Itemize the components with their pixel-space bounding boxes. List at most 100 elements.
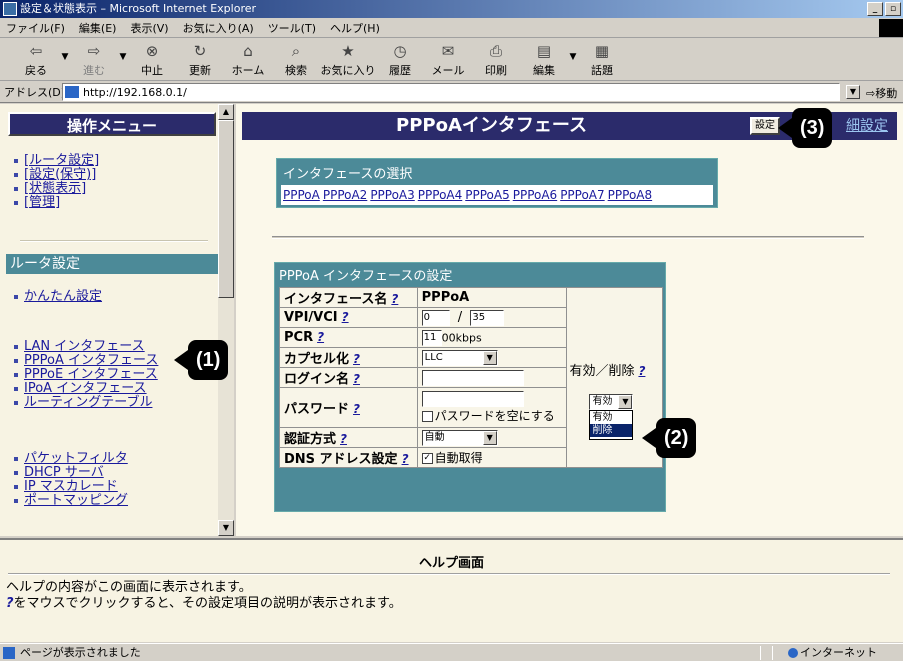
print-button[interactable]: ⎙ 印刷 bbox=[472, 40, 520, 80]
minimize-button[interactable]: _ bbox=[867, 2, 883, 16]
chevron-down-icon[interactable]: ▼ bbox=[482, 430, 497, 445]
help-frame: ヘルプ画面 ヘルプの内容がこの画面に表示されます。 ?をマウスでクリックすると、… bbox=[0, 538, 903, 642]
menu-favorites[interactable]: お気に入り(A) bbox=[183, 20, 254, 36]
link-packet-filter[interactable]: パケットフィルタ bbox=[24, 451, 128, 466]
scroll-thumb[interactable] bbox=[218, 120, 234, 298]
security-zone: インターネット bbox=[800, 646, 877, 659]
password-label: パスワード? bbox=[279, 387, 418, 428]
link-router-settings[interactable]: [ルータ設定] bbox=[24, 153, 99, 168]
internet-zone-icon bbox=[788, 648, 798, 658]
scroll-up-icon[interactable]: ▲ bbox=[218, 104, 234, 120]
detail-settings-link[interactable]: 細設定 bbox=[846, 112, 888, 140]
left-scrollbar[interactable]: ▲ ▼ bbox=[218, 104, 234, 536]
chevron-down-icon[interactable]: ▼ bbox=[618, 395, 633, 409]
auth-method-select[interactable]: 自動 ▼ bbox=[421, 429, 498, 446]
link-pppoa3[interactable]: PPPoA3 bbox=[370, 188, 414, 202]
link-lan-interface[interactable]: LAN インタフェース bbox=[24, 339, 145, 354]
dns-auto-checkbox[interactable]: ✓ bbox=[421, 453, 433, 464]
help-question-icon[interactable]: ? bbox=[638, 364, 645, 378]
address-bar: アドレス(D) http://192.168.0.1/ ▼ ⇨移動 bbox=[0, 81, 903, 103]
option-enable[interactable]: 有効 bbox=[590, 411, 632, 424]
search-button[interactable]: ⌕ 検索 bbox=[272, 40, 320, 80]
search-icon: ⌕ bbox=[291, 42, 301, 60]
help-question-icon[interactable]: ? bbox=[342, 310, 349, 324]
link-pppoa2[interactable]: PPPoA2 bbox=[323, 188, 367, 202]
link-ipoa-interface[interactable]: IPoA インタフェース bbox=[24, 381, 147, 396]
link-easy-setup[interactable]: かんたん設定 bbox=[24, 289, 102, 304]
home-button[interactable]: ⌂ ホーム bbox=[224, 40, 272, 80]
link-dhcp-server[interactable]: DHCP サーバ bbox=[24, 465, 104, 480]
encapsulation-select[interactable]: LLC ▼ bbox=[421, 349, 498, 366]
printer-icon: ⎙ bbox=[489, 42, 502, 60]
windows-logo-icon bbox=[879, 19, 903, 37]
link-admin[interactable]: [管理] bbox=[24, 195, 60, 210]
vpi-input[interactable]: 0 bbox=[421, 309, 450, 326]
refresh-button[interactable]: ↻ 更新 bbox=[176, 40, 224, 80]
page-icon bbox=[65, 86, 79, 98]
link-pppoe-interface[interactable]: PPPoE インタフェース bbox=[24, 367, 158, 382]
discuss-button[interactable]: ▦ 話題 bbox=[578, 40, 626, 80]
link-routing-table[interactable]: ルーティングテーブル bbox=[24, 395, 152, 410]
discuss-icon: ▦ bbox=[594, 42, 610, 60]
horizontal-rule bbox=[272, 236, 864, 239]
favorites-icon: ★ bbox=[341, 42, 355, 60]
list-item: [ルータ設定] bbox=[14, 154, 99, 168]
help-question-icon[interactable]: ? bbox=[340, 432, 347, 446]
enable-delete-select[interactable]: 有効 ▼ bbox=[589, 394, 634, 410]
go-button[interactable]: ⇨移動 bbox=[866, 85, 897, 101]
help-question-icon[interactable]: ? bbox=[391, 292, 398, 306]
help-question-icon[interactable]: ? bbox=[317, 330, 324, 344]
settings-button[interactable]: 設定 bbox=[750, 117, 780, 135]
forward-button[interactable]: ⇨ 進む bbox=[70, 40, 118, 80]
link-pppoa[interactable]: PPPoA bbox=[283, 188, 320, 202]
help-question-icon[interactable]: ? bbox=[353, 402, 360, 416]
password-input[interactable] bbox=[421, 391, 524, 407]
link-pppoa4[interactable]: PPPoA4 bbox=[418, 188, 462, 202]
mail-icon: ✉ bbox=[441, 42, 455, 60]
login-name-input[interactable] bbox=[421, 369, 524, 386]
pcr-input[interactable]: 11 bbox=[421, 329, 442, 346]
status-bar: ページが表示されました インターネット bbox=[0, 643, 903, 661]
menu-view[interactable]: 表示(V) bbox=[130, 20, 168, 36]
vci-input[interactable]: 35 bbox=[470, 309, 505, 326]
link-pppoa8[interactable]: PPPoA8 bbox=[608, 188, 652, 202]
link-ip-masquerade[interactable]: IP マスカレード bbox=[24, 479, 118, 494]
menu-help[interactable]: ヘルプ(H) bbox=[330, 20, 380, 36]
link-pppoa7[interactable]: PPPoA7 bbox=[560, 188, 604, 202]
address-input[interactable]: http://192.168.0.1/ bbox=[62, 83, 840, 101]
page-title: PPPoAインタフェース bbox=[396, 115, 587, 136]
login-name-label: ログイン名? bbox=[279, 367, 418, 388]
link-pppoa5[interactable]: PPPoA5 bbox=[465, 188, 509, 202]
help-question-icon[interactable]: ? bbox=[353, 372, 360, 386]
dns-auto-label: 自動取得 bbox=[434, 451, 483, 465]
help-question-icon[interactable]: ? bbox=[402, 452, 409, 466]
option-delete[interactable]: 削除 bbox=[590, 424, 633, 437]
help-question-icon[interactable]: ? bbox=[353, 352, 360, 366]
forward-dropdown-icon[interactable]: ▼ bbox=[118, 52, 128, 80]
mail-button[interactable]: ✉ メール bbox=[424, 40, 472, 80]
menu-tools[interactable]: ツール(T) bbox=[268, 20, 316, 36]
scroll-down-icon[interactable]: ▼ bbox=[218, 520, 234, 536]
forward-arrow-icon: ⇨ bbox=[87, 42, 101, 60]
edit-dropdown-icon[interactable]: ▼ bbox=[568, 52, 578, 80]
encapsulation-label: カプセル化? bbox=[279, 347, 418, 368]
link-status[interactable]: [状態表示] bbox=[24, 181, 86, 196]
link-maintenance[interactable]: [設定(保守)] bbox=[24, 167, 96, 182]
empty-password-checkbox[interactable] bbox=[421, 411, 433, 422]
menu-file[interactable]: ファイル(F) bbox=[6, 20, 65, 36]
back-button[interactable]: ⇦ 戻る bbox=[12, 40, 60, 80]
stop-button[interactable]: ⊗ 中止 bbox=[128, 40, 176, 80]
favorites-button[interactable]: ★ お気に入り bbox=[320, 40, 376, 80]
interface-links: LAN インタフェース PPPoA インタフェース PPPoE インタフェース … bbox=[14, 340, 158, 410]
help-question-icon: ? bbox=[6, 596, 14, 611]
history-button[interactable]: ◷ 履歴 bbox=[376, 40, 424, 80]
link-pppoa-interface[interactable]: PPPoA インタフェース bbox=[24, 353, 158, 368]
menu-edit[interactable]: 編集(E) bbox=[79, 20, 117, 36]
address-dropdown-icon[interactable]: ▼ bbox=[846, 85, 860, 99]
edit-button[interactable]: ▤ 編集 bbox=[520, 40, 568, 80]
link-pppoa6[interactable]: PPPoA6 bbox=[513, 188, 557, 202]
maximize-button[interactable]: ▫ bbox=[885, 2, 901, 16]
link-port-mapping[interactable]: ポートマッピング bbox=[24, 493, 128, 508]
back-dropdown-icon[interactable]: ▼ bbox=[60, 52, 70, 80]
chevron-down-icon[interactable]: ▼ bbox=[482, 350, 497, 365]
